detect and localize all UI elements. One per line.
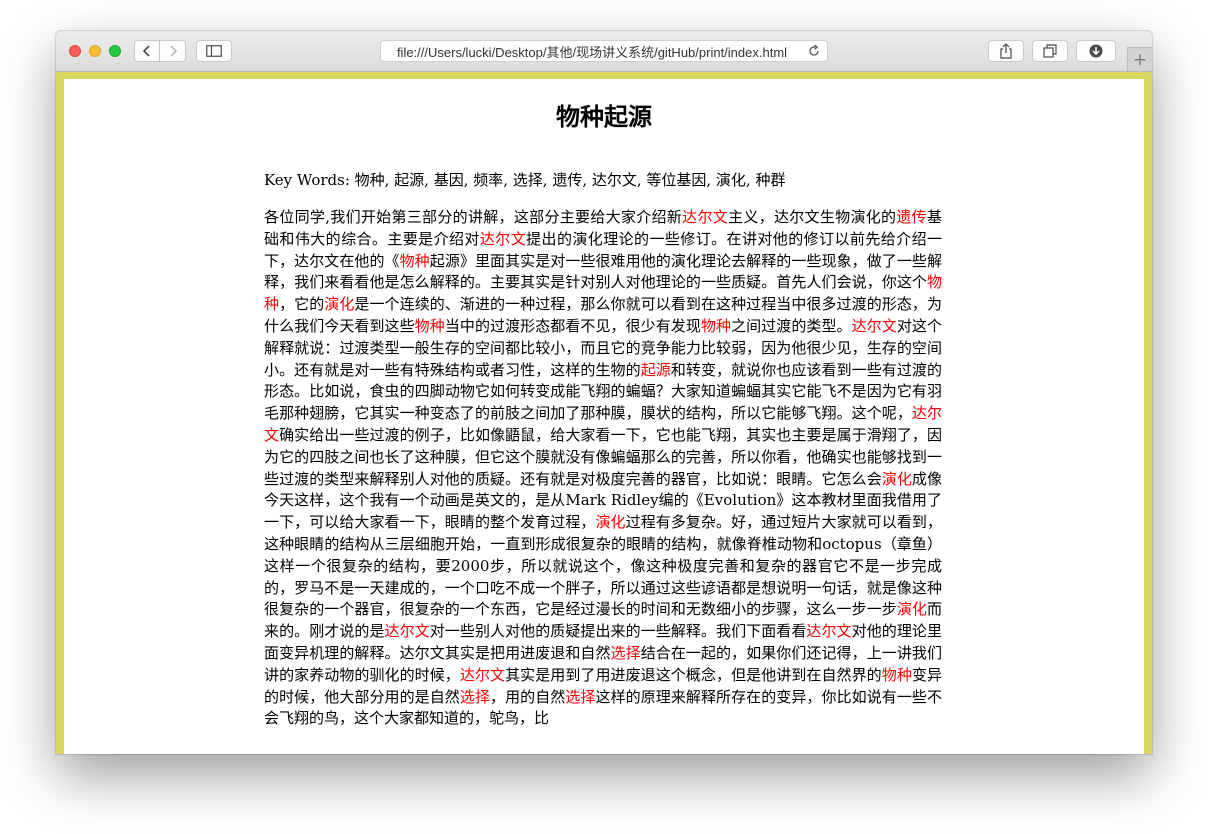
browser-toolbar: file:///Users/lucki/Desktop/其他/现场讲义系统/gi… [56,31,1152,72]
highlighted-keyword: 演化 [324,295,355,314]
body-text-segment: 之间过渡的类型。 [731,316,852,335]
close-icon[interactable] [69,45,81,57]
download-icon [1089,44,1103,58]
tabs-overview-button[interactable] [1032,40,1068,62]
highlighted-keyword: 选择 [459,687,491,706]
body-text-segment: 确实给出一些过渡的例子，比如像鼯鼠，给大家看一下，它也能飞翔，其实也主要是属于滑… [264,425,942,488]
highlighted-keyword: 达尔文 [851,316,897,335]
chevron-left-icon [142,45,150,57]
highlighted-keyword: 达尔文 [384,622,430,641]
highlighted-keyword: 选择 [610,643,641,662]
downloads-button[interactable] [1076,40,1116,62]
body-text-segment: 当中的过渡形态都看不见，很少有发现 [444,316,701,335]
chevron-right-icon [169,45,177,57]
body-text-segment: 各位同学,我们开始第三部分的讲解，这部分主要给大家介绍新 [264,208,683,226]
body-text-segment: 主义，达尔文生物演化的 [728,208,897,226]
body-text-segment: 其实是用到了用进废退这个概念，但是他讲到在自然界的 [505,665,882,684]
highlighted-keyword: 演化 [595,513,626,532]
highlighted-keyword: 演化 [896,600,927,619]
share-icon [1000,43,1012,59]
highlighted-keyword: 演化 [881,469,912,488]
plus-icon: + [1132,49,1148,70]
address-bar[interactable]: file:///Users/lucki/Desktop/其他/现场讲义系统/gi… [380,40,828,62]
body-text-segment: ，用的自然 [490,687,566,706]
highlighted-keyword: 物种 [881,665,912,684]
sidebar-icon [206,45,222,57]
body-text-segment: 对一些别人对他的质疑提出来的一些解释。我们下面看看 [429,622,807,641]
highlighted-keyword: 物种 [414,316,445,335]
reload-icon[interactable] [807,44,821,58]
maximize-icon[interactable] [109,45,121,57]
highlighted-keyword: 达尔文 [479,229,527,248]
minimize-icon[interactable] [89,45,101,57]
new-tab-button[interactable]: + [1127,47,1152,71]
body-text-segment: ，它的 [279,295,325,314]
highlighted-keyword: 选择 [565,687,596,706]
highlighted-keyword: 达尔文 [459,665,506,684]
keywords-line: Key Words: 物种, 起源, 基因, 频率, 选择, 遗传, 达尔文, … [264,171,786,189]
highlighted-keyword: 遗传 [896,208,927,226]
highlighted-keyword: 物种 [399,251,430,270]
page-content: 物种起源 Key Words: 物种, 起源, 基因, 频率, 选择, 遗传, … [64,79,1144,754]
tabs-icon [1043,44,1057,58]
highlighted-keyword: 起源 [640,360,671,379]
highlighted-keyword: 达尔文 [806,622,852,641]
forward-button[interactable] [160,40,186,62]
article-body: 各位同学,我们开始第三部分的讲解，这部分主要给大家介绍新达尔文主义，达尔文生物演… [264,207,942,730]
browser-window: file:///Users/lucki/Desktop/其他/现场讲义系统/gi… [56,31,1152,754]
share-button[interactable] [988,40,1024,62]
back-button[interactable] [134,40,160,62]
url-text: file:///Users/lucki/Desktop/其他/现场讲义系统/gi… [396,44,788,60]
highlighted-keyword: 物种 [700,316,732,335]
page-title: 物种起源 [556,102,652,131]
sidebar-button[interactable] [196,40,232,62]
highlighted-keyword: 达尔文 [682,208,729,226]
